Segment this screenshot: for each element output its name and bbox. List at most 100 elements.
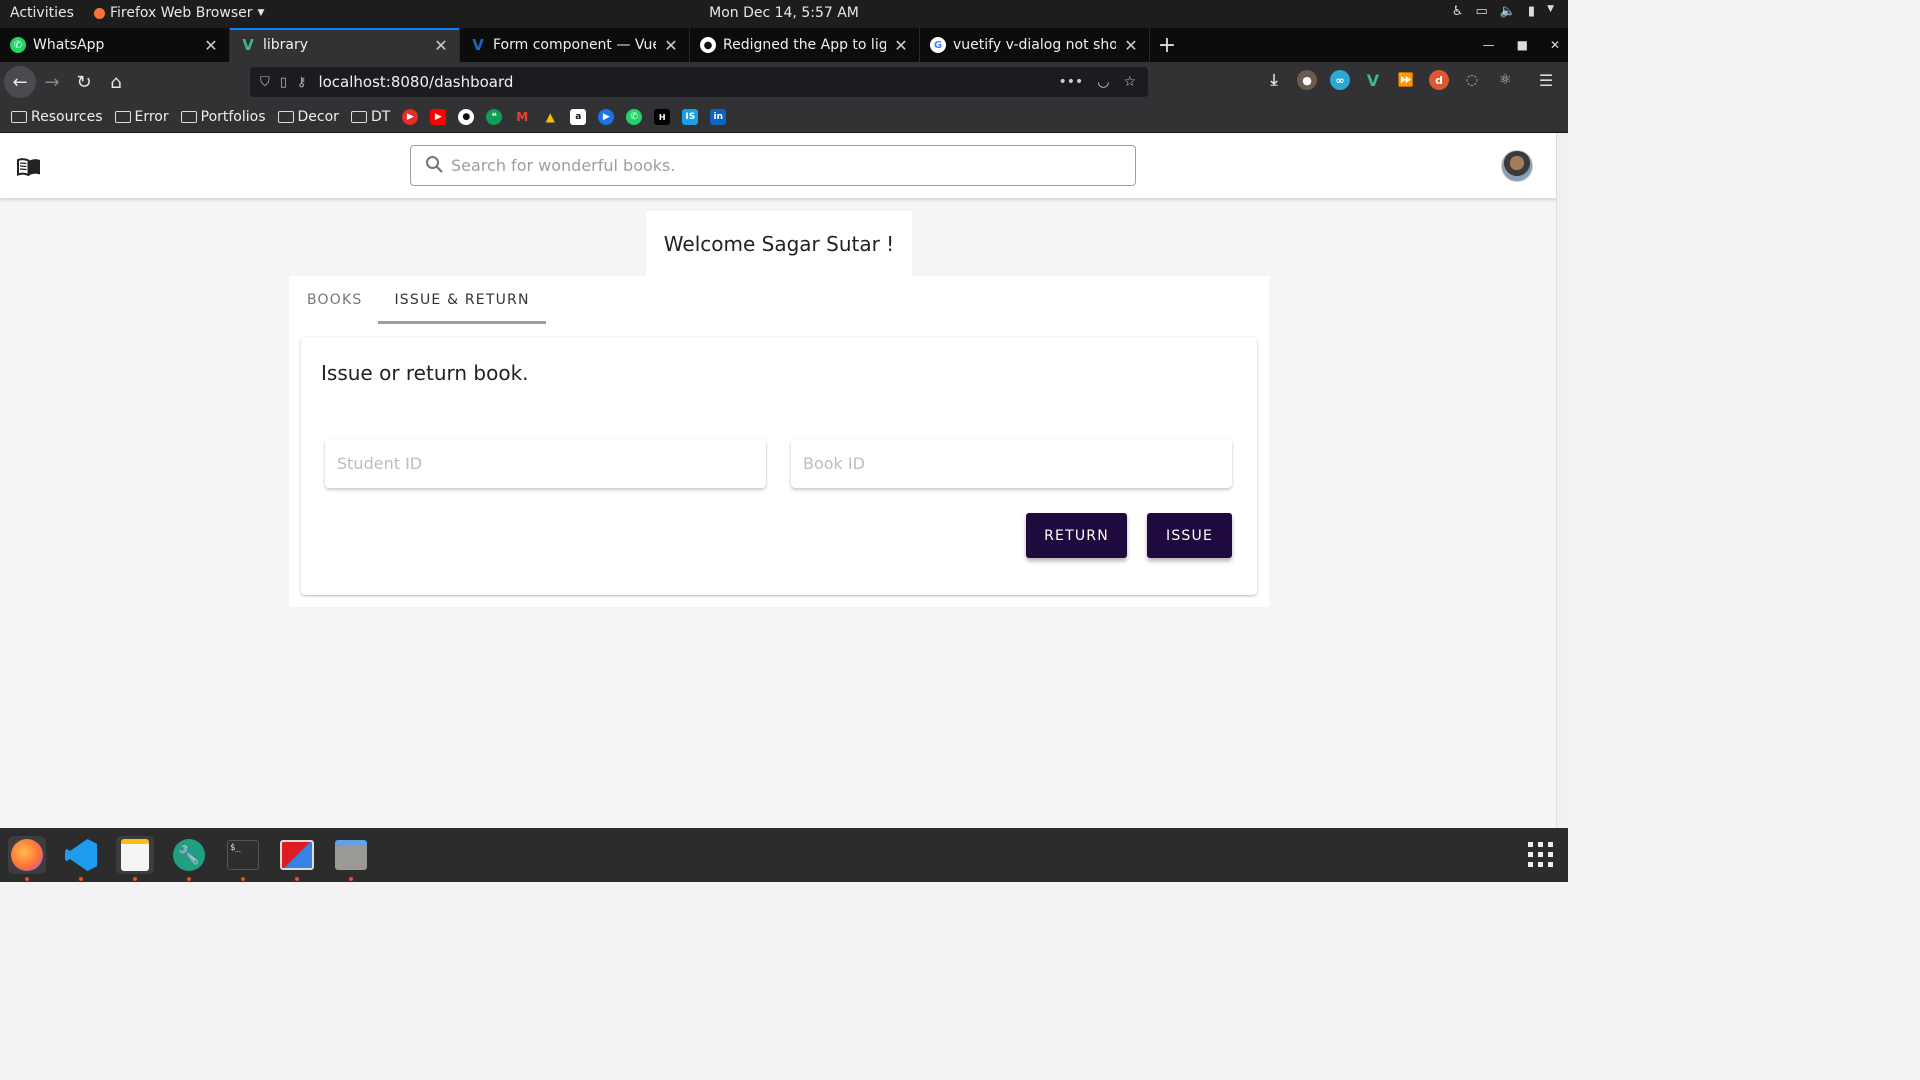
browser-tab[interactable]: V Form component — Vuet ✕ [460,28,690,62]
screen-icon[interactable]: ▭ [1475,4,1487,19]
book-id-input[interactable] [791,439,1232,488]
vscode-launcher[interactable] [62,836,100,881]
running-indicator [25,877,29,881]
tab-issue-return[interactable]: ISSUE & RETURN [378,276,546,324]
url-text[interactable]: localhost:8080/dashboard [318,73,1058,91]
hackerrank-icon[interactable]: H [654,109,671,125]
browser-tab[interactable]: G vuetify v-dialog not show ✕ [920,28,1150,62]
bookmark-label: Decor [297,109,339,125]
page-scrollbar[interactable] [1556,133,1568,828]
url-bar[interactable]: ⛉ ▯ ⚷ localhost:8080/dashboard ••• ◡ ☆ [250,67,1148,97]
dashboard-card: BOOKS ISSUE & RETURN Issue or return boo… [289,276,1269,607]
home-button[interactable]: ⌂ [100,66,132,98]
browser-tab[interactable]: ✆ WhatsApp ✕ [0,28,230,62]
chevron-down-icon[interactable]: ▼ [1547,4,1554,19]
github-icon: ● [700,37,716,53]
close-window-icon[interactable]: ✕ [1550,38,1560,52]
fast-forward-icon[interactable]: ⏩ [1396,70,1416,90]
pocket-icon[interactable]: ◡ [1097,74,1109,90]
book-id-field[interactable] [791,439,1232,488]
close-icon[interactable]: ✕ [1123,36,1139,55]
close-icon[interactable]: ✕ [663,36,679,55]
back-button[interactable]: ← [4,66,36,98]
google-drive-icon[interactable]: ▲ [542,109,558,125]
book-search-field[interactable] [410,145,1136,186]
running-indicator [295,877,299,881]
duckduckgo-icon[interactable]: d [1429,70,1449,90]
github-icon[interactable]: ● [458,109,475,125]
files-launcher[interactable] [332,836,370,881]
whatsapp-icon: ✆ [10,37,26,53]
page-icon[interactable]: ▯ [280,75,287,90]
browser-nav-bar: ← → ↻ ⌂ ⛉ ▯ ⚷ localhost:8080/dashboard •… [0,62,1568,102]
youtube-icon[interactable]: ▶ [430,109,447,125]
gmail-icon[interactable]: M [514,109,530,125]
shield-icon[interactable]: ⛉ [260,75,270,90]
show-applications-icon[interactable] [1528,842,1554,868]
browser-tab[interactable]: ● Redigned the App to ligh ✕ [690,28,920,62]
text-editor-launcher[interactable] [116,836,154,881]
screenshot-launcher[interactable] [278,836,316,881]
bookmark-folder[interactable]: DT [350,109,391,125]
more-actions-icon[interactable]: ••• [1058,74,1083,90]
clock[interactable]: Mon Dec 14, 5:57 AM [709,5,859,21]
key-icon[interactable]: ⚷ [297,75,307,90]
system-tray[interactable]: ♿ ▭ 🔈 ▮ ▼ [1452,4,1554,19]
search-input[interactable] [451,156,1091,175]
book-open-icon[interactable] [17,158,41,180]
close-icon[interactable]: ✕ [203,36,219,55]
browser-tab-active[interactable]: V library ✕ [230,28,460,62]
search-icon [425,155,443,177]
tab-books[interactable]: BOOKS [291,276,378,324]
new-tab-button[interactable]: + [1150,28,1184,62]
react-devtools-icon[interactable]: ⚛ [1495,70,1515,90]
wrench-icon: 🔧 [173,839,205,871]
firefox-icon [94,7,105,19]
maximize-icon[interactable]: ■ [1517,38,1528,52]
close-icon[interactable]: ✕ [433,36,449,55]
accessibility-icon[interactable]: ♿ [1452,4,1464,19]
infinity-extension-icon[interactable]: ∞ [1330,70,1350,90]
hamburger-menu-icon[interactable]: ☰ [1536,70,1556,90]
minimize-icon[interactable]: — [1483,38,1495,52]
student-id-field[interactable] [325,439,766,488]
linkedin-icon[interactable]: in [710,109,727,125]
files-icon [335,840,367,870]
vue-devtools-icon[interactable]: V [1363,70,1383,90]
bookmark-folder[interactable]: Decor [277,109,339,125]
forward-button[interactable]: → [36,66,68,98]
bookmark-label: Portfolios [200,109,266,125]
bookmark-label: Resources [31,109,103,125]
text-editor-icon [121,839,149,871]
bookmark-star-icon[interactable]: ☆ [1123,74,1136,90]
whatsapp-icon[interactable]: ✆ [626,109,643,125]
issue-button[interactable]: ISSUE [1147,513,1232,558]
tools-launcher[interactable]: 🔧 [170,836,208,881]
volume-icon[interactable]: 🔈 [1500,4,1516,19]
return-button[interactable]: RETURN [1026,513,1127,558]
lightbulb-icon[interactable]: ◌ [1462,70,1482,90]
firefox-launcher[interactable] [8,836,46,881]
bookmark-folder[interactable]: Resources [11,109,103,125]
download-icon[interactable]: ⤓ [1264,70,1284,90]
app-menu[interactable]: Firefox Web Browser ▼ [94,5,264,21]
user-avatar[interactable] [1501,150,1533,182]
extension-avatar-icon[interactable]: ● [1297,70,1317,90]
bookmarks-bar: Resources Error Portfolios Decor DT ▶ ▶ … [0,102,1568,133]
play-icon[interactable]: ▶ [598,109,615,125]
issue-return-form: Issue or return book. RETURN ISSUE [301,337,1257,595]
reload-button[interactable]: ↻ [68,66,100,98]
battery-icon[interactable]: ▮ [1528,4,1535,19]
bookmark-folder[interactable]: Portfolios [180,109,266,125]
student-id-input[interactable] [325,439,766,488]
is-icon[interactable]: IS [682,109,699,125]
tab-title: library [263,37,309,53]
close-icon[interactable]: ✕ [893,36,909,55]
terminal-launcher[interactable]: $_ [224,836,262,881]
youtube-music-icon[interactable]: ▶ [402,109,419,125]
amazon-icon[interactable]: a [570,109,587,125]
hangouts-icon[interactable]: ❝ [486,109,503,125]
activities-button[interactable]: Activities [10,5,74,21]
bookmark-folder[interactable]: Error [114,109,169,125]
bookmark-label: DT [370,109,391,125]
